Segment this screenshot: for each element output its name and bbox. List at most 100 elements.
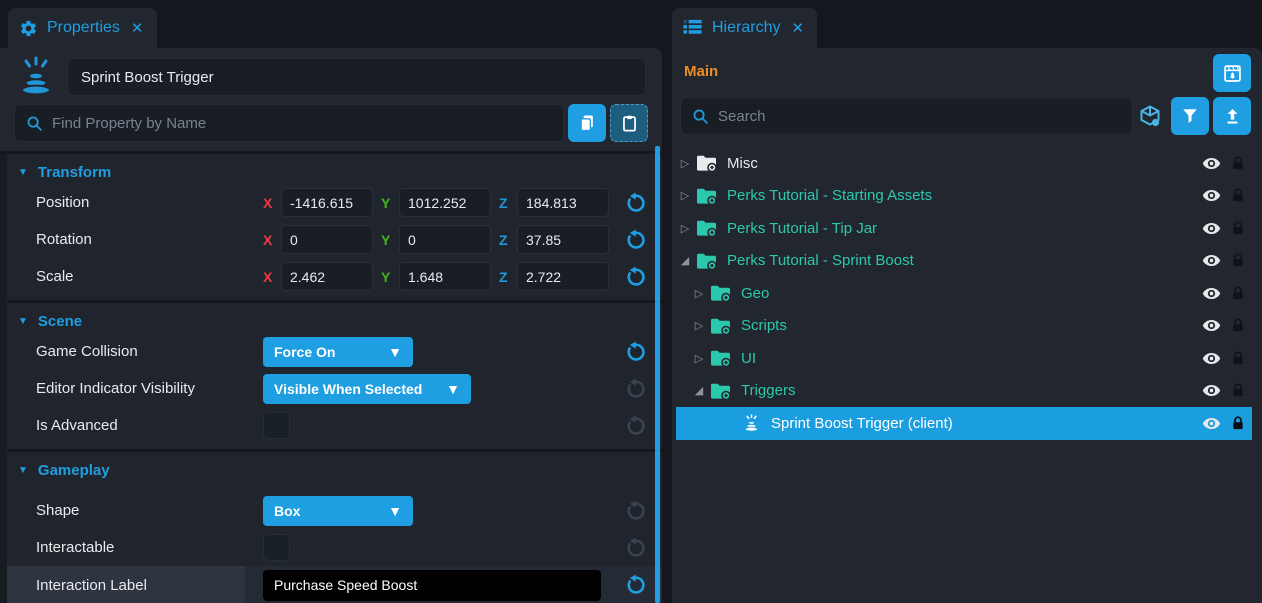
property-row-interactable: Interactable [0,529,662,566]
visibility-eye-icon[interactable] [1202,284,1221,303]
network-cube-icon[interactable] [1133,104,1167,128]
visibility-eye-icon[interactable] [1202,154,1221,173]
lock-icon[interactable] [1230,415,1246,432]
hierarchy-search-input[interactable]: Search [680,97,1133,135]
folder-icon [696,252,717,270]
editor-indicator-visibility-dropdown[interactable]: Visible When Selected ▼ [263,374,471,404]
copy-properties-button[interactable] [568,104,606,142]
folder-icon [710,382,731,400]
tree-item[interactable]: Sprint Boost Trigger (client) [676,407,1252,440]
expand-collapse-icon[interactable]: ▷ [692,287,706,300]
rotation-x-input[interactable] [281,225,373,254]
close-icon[interactable]: ✕ [791,19,804,37]
tree-item[interactable]: ◢ Perks Tutorial - Sprint Boost [676,245,1252,278]
scale-y-input[interactable] [399,262,491,291]
expand-collapse-icon[interactable]: ▷ [678,189,692,202]
tree-item-label: Perks Tutorial - Sprint Boost [727,252,914,269]
search-icon [26,115,43,132]
tree-item[interactable]: ▷ Perks Tutorial - Starting Assets [676,180,1252,213]
section-transform: ▼ Transform Position X Y Z Rotation X [0,154,662,300]
tree-item[interactable]: ▷ Misc [676,147,1252,180]
expand-collapse-icon[interactable]: ◢ [678,254,692,267]
tree-item[interactable]: ▷ Geo [676,277,1252,310]
visibility-eye-icon[interactable] [1202,219,1221,238]
gear-icon [19,19,38,38]
tab-properties[interactable]: Properties ✕ [8,8,157,48]
object-name-input[interactable] [67,58,646,96]
reset-icon[interactable] [624,229,646,251]
reset-icon[interactable] [624,378,646,400]
property-search-input[interactable]: Find Property by Name [14,104,564,142]
filter-button[interactable] [1171,97,1209,135]
expand-collapse-icon[interactable]: ▷ [678,157,692,170]
section-transform-header[interactable]: ▼ Transform [0,154,662,184]
tree-item[interactable]: ▷ UI [676,342,1252,375]
position-z-input[interactable] [517,188,609,217]
reset-icon[interactable] [624,341,646,363]
section-scene-header[interactable]: ▼ Scene [0,303,662,333]
reset-icon[interactable] [624,500,646,522]
rotation-z-input[interactable] [517,225,609,254]
visibility-eye-icon[interactable] [1202,349,1221,368]
is-advanced-checkbox[interactable] [263,412,290,439]
property-search-placeholder: Find Property by Name [52,115,206,132]
properties-scrollbar[interactable] [655,146,660,603]
tree-item-label: UI [741,350,756,367]
rotation-y-input[interactable] [399,225,491,254]
lock-icon[interactable] [1230,220,1246,237]
shape-dropdown[interactable]: Box ▼ [263,496,413,526]
paste-properties-button[interactable] [610,104,648,142]
publish-upload-button[interactable] [1213,97,1251,135]
expand-collapse-icon[interactable]: ▷ [678,222,692,235]
scale-x-input[interactable] [281,262,373,291]
property-row-is-advanced: Is Advanced [0,407,662,444]
hierarchy-tree: ▷ Misc [672,147,1262,440]
visibility-eye-icon[interactable] [1202,316,1221,335]
folder-icon [710,317,731,335]
expand-collapse-icon[interactable]: ◢ [692,384,706,397]
scene-settings-button[interactable] [1213,54,1251,92]
tree-item[interactable]: ▷ Perks Tutorial - Tip Jar [676,212,1252,245]
property-row-editor-indicator-visibility: Editor Indicator Visibility Visible When… [0,370,662,407]
trigger-icon [742,414,761,433]
reset-icon[interactable] [624,266,646,288]
close-icon[interactable]: ✕ [131,19,144,37]
reset-icon[interactable] [624,537,646,559]
game-collision-dropdown[interactable]: Force On ▼ [263,337,413,367]
tree-item-label: Scripts [741,317,787,334]
hierarchy-icon [683,19,703,38]
expand-collapse-icon[interactable]: ▷ [692,352,706,365]
lock-icon[interactable] [1230,285,1246,302]
tree-item-label: Triggers [741,382,795,399]
property-row-scale: Scale X Y Z [0,258,662,295]
lock-icon[interactable] [1230,350,1246,367]
reset-icon[interactable] [624,415,646,437]
visibility-eye-icon[interactable] [1202,186,1221,205]
properties-body: Find Property by Name ▼ Transform Positi… [0,48,662,603]
visibility-eye-icon[interactable] [1202,414,1221,433]
visibility-eye-icon[interactable] [1202,381,1221,400]
trigger-icon [18,56,54,98]
lock-icon[interactable] [1230,187,1246,204]
position-x-input[interactable] [281,188,373,217]
interactable-checkbox[interactable] [263,534,290,561]
lock-icon[interactable] [1230,317,1246,334]
scale-z-input[interactable] [517,262,609,291]
tab-hierarchy[interactable]: Hierarchy ✕ [672,8,817,48]
tab-properties-label: Properties [47,19,120,37]
lock-icon[interactable] [1230,382,1246,399]
section-gameplay-header[interactable]: ▼ Gameplay [0,452,662,482]
property-row-interaction-label: Interaction Label [0,566,662,603]
lock-icon[interactable] [1230,155,1246,172]
reset-icon[interactable] [624,192,646,214]
reset-icon[interactable] [624,574,646,596]
tree-item-label: Geo [741,285,769,302]
expand-collapse-icon[interactable]: ▷ [692,319,706,332]
interaction-label-input[interactable] [263,570,601,601]
tree-item[interactable]: ▷ Scripts [676,310,1252,343]
section-scene: ▼ Scene Game Collision Force On ▼ Editor… [0,300,662,449]
tree-item[interactable]: ◢ Triggers [676,375,1252,408]
lock-icon[interactable] [1230,252,1246,269]
visibility-eye-icon[interactable] [1202,251,1221,270]
position-y-input[interactable] [399,188,491,217]
